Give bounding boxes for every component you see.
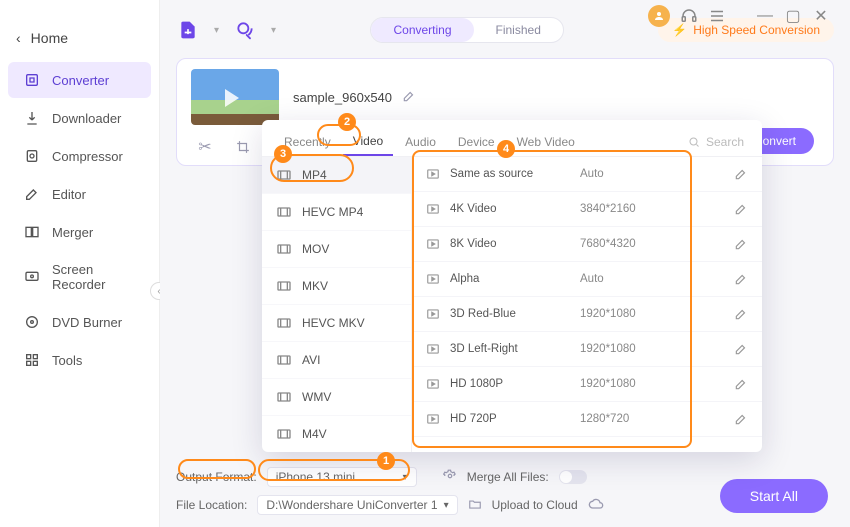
search-input[interactable]: Search xyxy=(688,135,750,149)
edit-icon[interactable] xyxy=(734,167,748,181)
chevron-down-icon: ▾ xyxy=(403,472,408,483)
resolution-row[interactable]: 4K Video3840*2160 xyxy=(412,192,762,227)
annotation-badge-4: 4 xyxy=(497,140,515,158)
resolution-row[interactable]: 3D Red-Blue1920*1080 xyxy=(412,297,762,332)
chevron-down-icon[interactable]: ▾ xyxy=(214,25,219,36)
resolution-row[interactable]: AlphaAuto xyxy=(412,262,762,297)
merge-toggle[interactable] xyxy=(559,470,587,484)
play-icon xyxy=(426,342,440,356)
settings-icon[interactable] xyxy=(443,469,457,486)
file-location-select[interactable]: D:\Wondershare UniConverter 1 ▾ xyxy=(257,495,457,515)
resolution-row[interactable]: 3D Left-Right1920*1080 xyxy=(412,332,762,367)
tab-finished[interactable]: Finished xyxy=(474,18,563,42)
back-home[interactable]: ‹ Home xyxy=(0,30,159,60)
search-icon xyxy=(688,136,700,148)
tab-video[interactable]: Video xyxy=(343,128,393,156)
sidebar-item-compressor[interactable]: Compressor xyxy=(8,138,151,174)
format-mov[interactable]: MOV xyxy=(262,231,411,268)
file-location-label: File Location: xyxy=(176,498,247,512)
format-mkv[interactable]: MKV xyxy=(262,268,411,305)
sidebar-item-merger[interactable]: Merger xyxy=(8,214,151,250)
sidebar-item-tools[interactable]: Tools xyxy=(8,342,151,378)
titlebar: — ▢ ✕ xyxy=(636,0,842,34)
resolution-row[interactable]: Same as sourceAuto xyxy=(412,157,762,192)
minimize-icon[interactable]: — xyxy=(756,7,774,25)
tab-converting[interactable]: Converting xyxy=(371,18,473,42)
trim-icon[interactable]: ✂ xyxy=(197,139,213,155)
sidebar-item-downloader[interactable]: Downloader xyxy=(8,100,151,136)
play-icon xyxy=(426,167,440,181)
sidebar-item-converter[interactable]: Converter xyxy=(8,62,151,98)
folder-icon[interactable] xyxy=(468,497,482,514)
sidebar-item-dvd-burner[interactable]: DVD Burner xyxy=(8,304,151,340)
edit-icon[interactable] xyxy=(734,377,748,391)
edit-icon[interactable] xyxy=(734,342,748,356)
chevron-left-icon: ‹ xyxy=(16,30,21,46)
sidebar: ‹ Home ConverterDownloaderCompressorEdit… xyxy=(0,0,160,527)
format-hevc-mp4[interactable]: HEVC MP4 xyxy=(262,194,411,231)
merge-label: Merge All Files: xyxy=(467,470,549,484)
avatar[interactable] xyxy=(648,5,670,27)
status-tabs: Converting Finished xyxy=(370,17,563,43)
edit-icon[interactable] xyxy=(734,272,748,286)
tab-web-video[interactable]: Web Video xyxy=(507,129,585,155)
format-avi[interactable]: AVI xyxy=(262,342,411,379)
output-format-label: Output Format: xyxy=(176,470,257,484)
file-name: sample_960x540 xyxy=(293,90,392,105)
add-file-button[interactable] xyxy=(176,18,200,42)
resolution-row[interactable]: HD 720P1280*720 xyxy=(412,402,762,437)
format-list: MP4HEVC MP4MOVMKVHEVC MKVAVIWMVM4V xyxy=(262,157,412,452)
play-icon xyxy=(426,272,440,286)
output-format-select[interactable]: iPhone 13 mini ▾ xyxy=(267,467,417,487)
headset-icon[interactable] xyxy=(680,7,698,25)
edit-icon[interactable] xyxy=(734,237,748,251)
play-icon xyxy=(426,412,440,426)
start-all-button[interactable]: Start All xyxy=(720,479,828,513)
annotation-badge-1: 1 xyxy=(377,452,395,470)
format-m4v[interactable]: M4V xyxy=(262,416,411,452)
home-label: Home xyxy=(31,30,68,46)
edit-icon[interactable] xyxy=(734,202,748,216)
play-icon xyxy=(426,237,440,251)
format-popover: Recently Video Audio Device Web Video Se… xyxy=(262,120,762,452)
sidebar-item-editor[interactable]: Editor xyxy=(8,176,151,212)
crop-icon[interactable] xyxy=(235,139,251,155)
chevron-down-icon: ▾ xyxy=(444,500,449,511)
play-icon xyxy=(426,202,440,216)
play-icon xyxy=(426,307,440,321)
upload-cloud-label: Upload to Cloud xyxy=(492,498,578,512)
menu-icon[interactable] xyxy=(708,7,726,25)
tab-audio[interactable]: Audio xyxy=(395,129,446,155)
edit-name-icon[interactable] xyxy=(402,89,416,106)
video-thumbnail[interactable] xyxy=(191,69,279,125)
maximize-icon[interactable]: ▢ xyxy=(784,7,802,25)
sidebar-item-screen-recorder[interactable]: Screen Recorder xyxy=(8,252,151,302)
annotation-badge-3: 3 xyxy=(274,145,292,163)
chevron-down-icon[interactable]: ▾ xyxy=(271,25,276,36)
resolution-row[interactable]: 8K Video7680*4320 xyxy=(412,227,762,262)
play-icon xyxy=(426,377,440,391)
edit-icon[interactable] xyxy=(734,307,748,321)
tab-device[interactable]: Device xyxy=(448,129,505,155)
resolution-row[interactable]: HD 1080P1920*1080 xyxy=(412,367,762,402)
cloud-icon[interactable] xyxy=(588,496,604,515)
resolution-list: Same as sourceAuto4K Video3840*21608K Vi… xyxy=(412,157,762,452)
add-url-button[interactable] xyxy=(233,18,257,42)
format-hevc-mkv[interactable]: HEVC MKV xyxy=(262,305,411,342)
annotation-badge-2: 2 xyxy=(338,113,356,131)
close-icon[interactable]: ✕ xyxy=(812,7,830,25)
edit-icon[interactable] xyxy=(734,412,748,426)
format-wmv[interactable]: WMV xyxy=(262,379,411,416)
